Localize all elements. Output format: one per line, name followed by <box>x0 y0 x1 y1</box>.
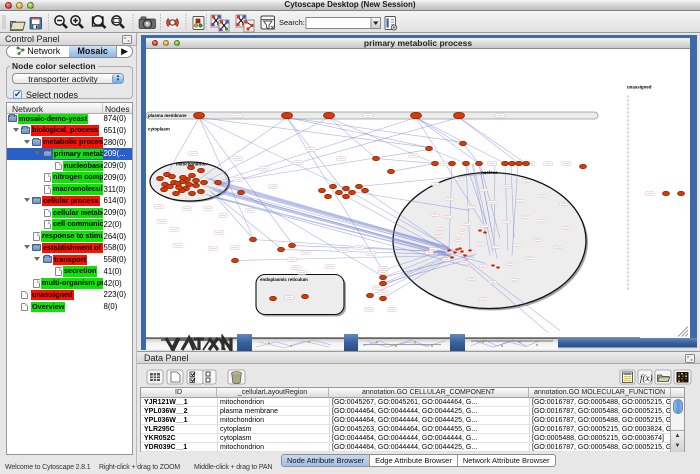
svg-text:Search:: Search: <box>279 18 305 27</box>
svg-text:plasma membrane: plasma membrane <box>148 113 187 118</box>
svg-text:endoplasmic reticulum: endoplasmic reticulum <box>260 277 308 282</box>
svg-text:unassigned: unassigned <box>627 85 652 90</box>
svg-text:mitochondrion: mitochondrion <box>176 162 207 167</box>
svg-text:f(x): f(x) <box>640 373 653 383</box>
svg-text:cytoplasm: cytoplasm <box>148 127 170 132</box>
svg-text:nucleus: nucleus <box>481 170 498 175</box>
